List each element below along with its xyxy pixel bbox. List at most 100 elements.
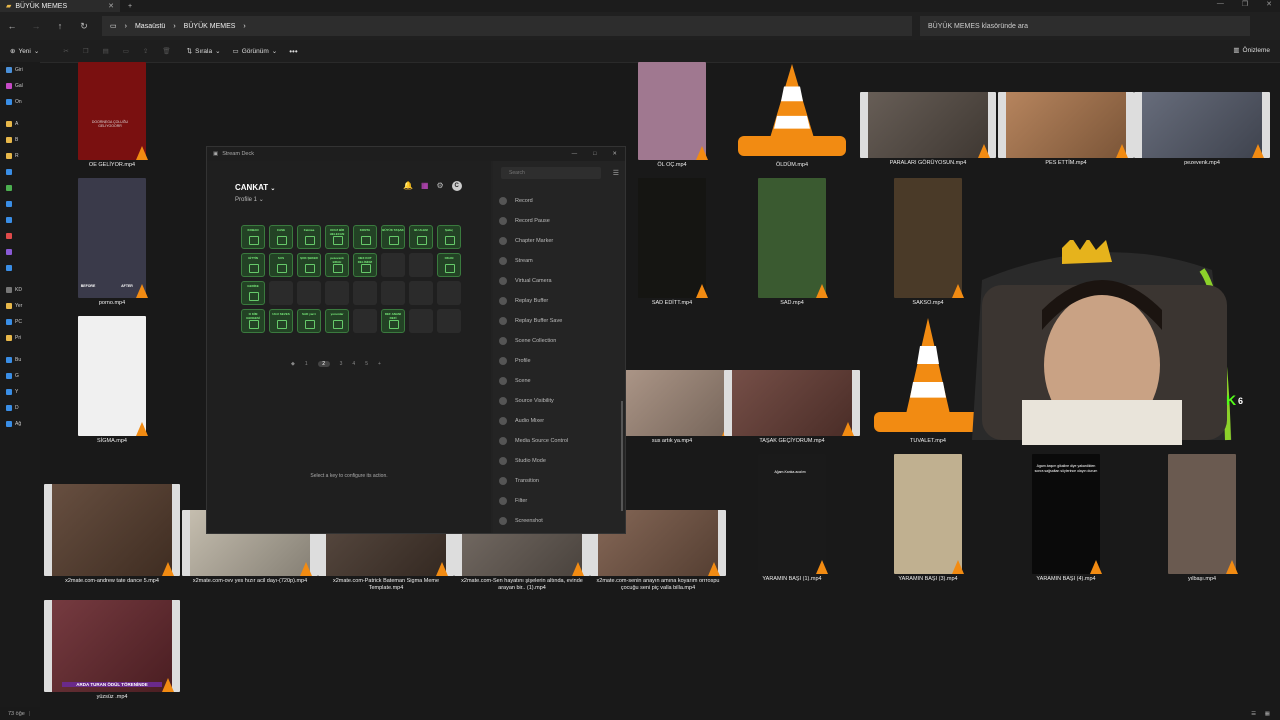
preview-pane-button[interactable]: ▥ Önizleme [1233, 46, 1270, 55]
deck-key[interactable] [325, 281, 349, 305]
add-page-icon[interactable]: + [378, 361, 381, 367]
deck-key[interactable] [297, 281, 321, 305]
profile-selector[interactable]: Profile 1 ⌄ [235, 196, 264, 203]
page-button[interactable]: 1 [305, 361, 308, 367]
action-item[interactable]: Replay Buffer [499, 291, 568, 311]
breadcrumb-folder[interactable]: BÜYÜK MEMES [184, 23, 236, 30]
action-item[interactable]: Audio Mixer [499, 411, 568, 431]
action-item[interactable]: Filter [499, 491, 568, 511]
marketplace-icon[interactable]: ▦ [421, 181, 429, 191]
rename-icon[interactable]: ▭ [123, 47, 129, 55]
account-avatar[interactable]: C [451, 181, 462, 191]
cut-icon[interactable]: ✂ [63, 47, 68, 55]
search-input[interactable]: BÜYÜK MEMES klasöründe ara [920, 16, 1250, 36]
deck-key[interactable] [353, 309, 377, 333]
sidebar-item[interactable] [0, 180, 40, 196]
bell-icon[interactable]: 🔔 [403, 181, 413, 191]
deck-key[interactable]: UCUZ BİR HELECAN [325, 225, 349, 249]
sidebar-item[interactable]: PC [0, 314, 40, 330]
deck-key[interactable]: O KİM GENGESİ [241, 309, 265, 333]
refresh-icon[interactable]: ↻ [72, 21, 96, 32]
deck-key[interactable]: BU ALEM [409, 225, 433, 249]
deck-key[interactable]: NEX KOT DELİSİNİZ [353, 253, 377, 277]
deck-key[interactable]: SAD yarrr [297, 309, 321, 333]
deck-key[interactable]: OKAN [437, 253, 461, 277]
tab-buyuk-memes[interactable]: ▰ BÜYÜK MEMES ✕ [0, 0, 120, 12]
action-item[interactable]: Virtual Camera [499, 271, 568, 291]
share-icon[interactable]: ⇪ [143, 47, 148, 55]
sidebar-item[interactable]: Pri [0, 330, 40, 346]
minimize-icon[interactable]: — [1217, 0, 1224, 8]
actions-search-input[interactable]: Search [501, 167, 601, 179]
maximize-icon[interactable]: □ [593, 151, 596, 157]
sidebar-item[interactable]: Y [0, 384, 40, 400]
up-icon[interactable]: ↑ [48, 21, 72, 31]
details-view-icon[interactable]: ☰ [1251, 711, 1256, 717]
sidebar-item[interactable]: Yer [0, 298, 40, 314]
sidebar-item[interactable] [0, 164, 40, 180]
sidebar-item[interactable] [0, 196, 40, 212]
action-item[interactable]: Replay Buffer Save [499, 311, 568, 331]
deck-key[interactable]: SUS [269, 253, 293, 277]
deck-key[interactable]: BÜYÜK TAŞAK [381, 225, 405, 249]
sidebar-item[interactable] [0, 244, 40, 260]
delete-icon[interactable]: 🗑 [162, 47, 170, 55]
sort-button[interactable]: ⇅ Sırala ⌄ [187, 47, 221, 56]
deck-key[interactable] [409, 253, 433, 277]
deck-key[interactable]: DEF ANANI DEFİ [381, 309, 405, 333]
actions-scrollbar[interactable] [621, 401, 623, 511]
sidebar-item[interactable] [0, 228, 40, 244]
action-item[interactable]: Record [499, 191, 568, 211]
action-item[interactable]: Source Visibility [499, 391, 568, 411]
sidebar-item[interactable]: R [0, 148, 40, 164]
gear-icon[interactable]: ⚙ [437, 181, 444, 191]
action-item[interactable]: Chapter Marker [499, 231, 568, 251]
deck-key[interactable] [409, 309, 433, 333]
deck-key[interactable] [269, 281, 293, 305]
deck-key[interactable] [437, 281, 461, 305]
breadcrumb[interactable]: ▭ › Masaüstü › BÜYÜK MEMES › [102, 16, 912, 36]
back-icon[interactable]: ← [0, 21, 24, 31]
sidebar-item[interactable]: KD [0, 282, 40, 298]
deck-key[interactable]: CASE [269, 225, 293, 249]
deck-key[interactable]: KONTA [353, 225, 377, 249]
action-item[interactable]: Stream [499, 251, 568, 271]
action-item[interactable]: Scene Collection [499, 331, 568, 351]
new-button[interactable]: ⊕ Yeni ⌄ [10, 47, 39, 56]
breadcrumb-desktop[interactable]: Masaüstü [135, 23, 165, 30]
file-tile[interactable]: ÖLDÜM.mp4 [724, 62, 860, 168]
action-item[interactable]: Transition [499, 471, 568, 491]
paste-icon[interactable]: ▤ [103, 47, 109, 55]
deck-key[interactable] [381, 281, 405, 305]
deck-key[interactable]: GERİKE [241, 281, 265, 305]
deck-key[interactable]: Fatmaa [297, 225, 321, 249]
minimize-icon[interactable]: — [572, 151, 578, 157]
sidebar-item[interactable]: B [0, 132, 40, 148]
sidebar-item[interactable] [0, 212, 40, 228]
forward-icon[interactable]: → [24, 21, 48, 31]
device-selector[interactable]: CANKAT ⌄ [235, 183, 275, 192]
sidebar-item[interactable]: On [0, 94, 40, 110]
page-button[interactable]: 4 [352, 361, 355, 367]
sidebar-item[interactable]: Ağ [0, 416, 40, 432]
deck-key[interactable]: Şabiç [437, 225, 461, 249]
sidebar-item[interactable]: G [0, 368, 40, 384]
deck-key[interactable]: GİTTİN [241, 253, 265, 277]
list-view-icon[interactable]: ☰ [613, 169, 619, 177]
deck-key[interactable] [353, 281, 377, 305]
sidebar-item[interactable] [0, 260, 40, 276]
deck-key[interactable]: pezevenk BRAH [325, 253, 349, 277]
page-button[interactable]: 2 [317, 361, 330, 367]
tiles-view-icon[interactable]: ▦ [1265, 711, 1270, 717]
page-button[interactable]: 3 [340, 361, 343, 367]
deck-key[interactable]: yorumlar [325, 309, 349, 333]
sidebar-item[interactable]: Gal [0, 78, 40, 94]
deck-key[interactable] [409, 281, 433, 305]
action-item[interactable]: Scene [499, 371, 568, 391]
action-item[interactable]: Record Pause [499, 211, 568, 231]
close-icon[interactable]: ✕ [612, 151, 617, 157]
action-item[interactable]: Profile [499, 351, 568, 371]
sidebar-item[interactable]: Giri [0, 62, 40, 78]
sidebar-item[interactable]: Bu [0, 352, 40, 368]
action-item[interactable]: Studio Mode [499, 451, 568, 471]
